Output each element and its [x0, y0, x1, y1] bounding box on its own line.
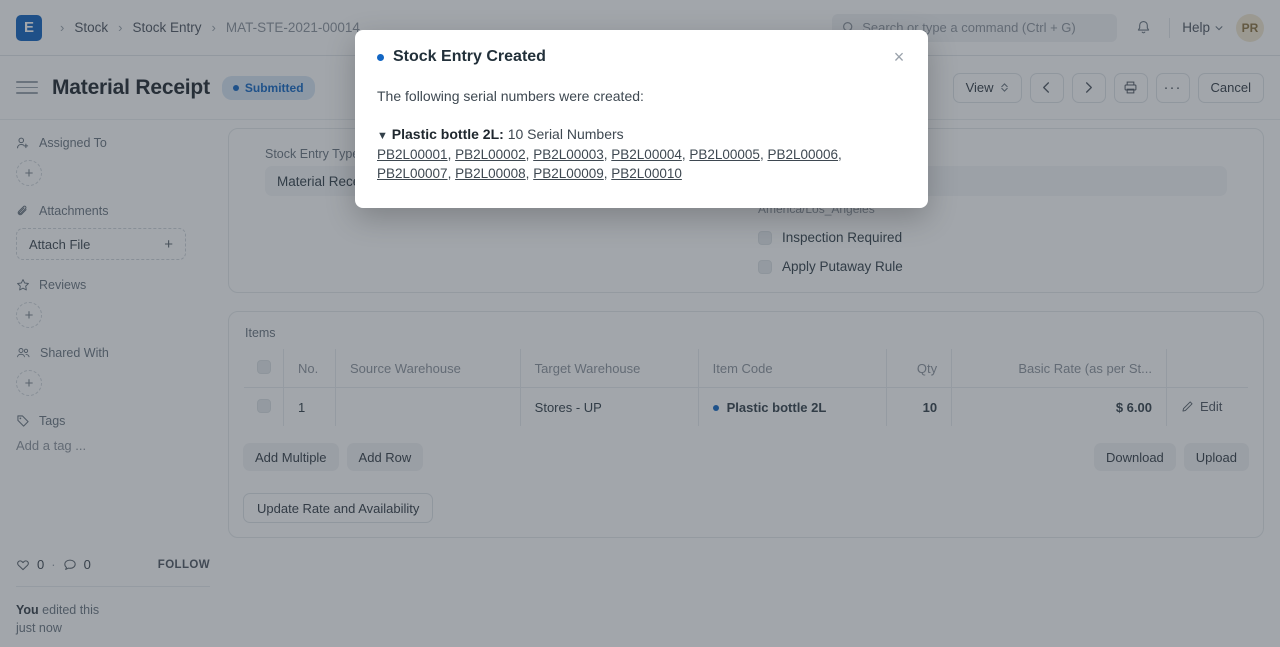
close-icon[interactable]: × — [886, 44, 912, 70]
serial-number-link[interactable]: PB2L00001 — [377, 147, 448, 162]
serial-number-link[interactable]: PB2L00003 — [533, 147, 604, 162]
serial-number-link[interactable]: PB2L00010 — [611, 166, 682, 181]
serial-number-link[interactable]: PB2L00007 — [377, 166, 448, 181]
serial-group-count: 10 Serial Numbers — [503, 126, 624, 142]
dialog-title: Stock Entry Created — [377, 48, 906, 66]
serial-number-group: ▼ Plastic bottle 2L: 10 Serial Numbers P… — [377, 126, 906, 183]
serial-group-header: ▼ Plastic bottle 2L: 10 Serial Numbers — [377, 126, 906, 142]
dialog-title-text: Stock Entry Created — [393, 48, 546, 65]
serial-number-list: PB2L00001, PB2L00002, PB2L00003, PB2L000… — [377, 147, 842, 181]
dialog-status-dot-icon — [377, 53, 384, 61]
caret-down-icon[interactable]: ▼ — [377, 130, 388, 142]
serial-number-link[interactable]: PB2L00005 — [689, 147, 760, 162]
dialog-body-text: The following serial numbers were create… — [377, 88, 644, 104]
serial-group-item-name: Plastic bottle 2L: — [391, 126, 504, 142]
serial-number-link[interactable]: PB2L00006 — [767, 147, 838, 162]
serial-number-link[interactable]: PB2L00008 — [455, 166, 526, 181]
serial-number-link[interactable]: PB2L00009 — [533, 166, 604, 181]
serial-number-link[interactable]: PB2L00004 — [611, 147, 682, 162]
serial-number-link[interactable]: PB2L00002 — [455, 147, 526, 162]
stock-entry-created-dialog: Stock Entry Created × The following seri… — [355, 30, 928, 208]
